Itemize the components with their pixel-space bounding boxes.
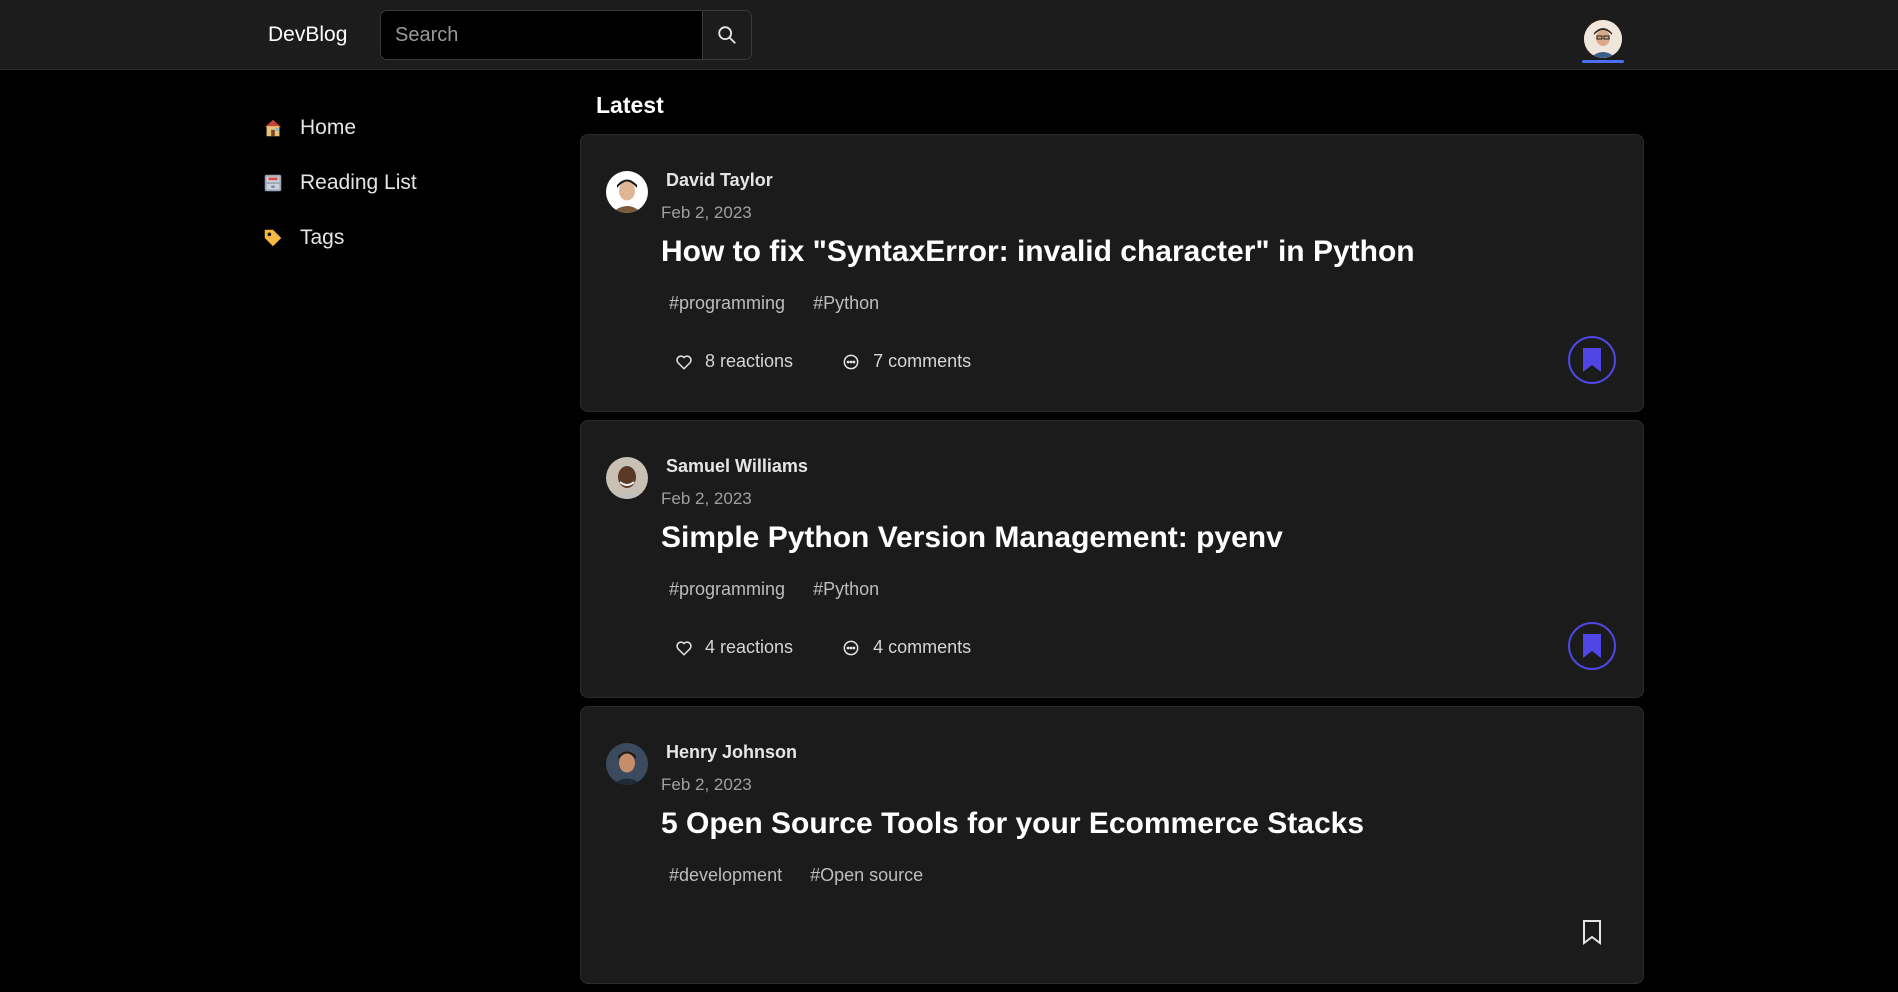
comments-count: 4 comments [873,637,972,657]
author-name[interactable]: Samuel Williams [666,456,808,477]
bookmark-icon [1583,634,1601,658]
comment-icon [843,354,859,369]
post-title[interactable]: How to fix "SyntaxError: invalid charact… [661,235,1415,269]
post-feed: David Taylor Feb 2, 2023 How to fix "Syn… [580,134,1644,992]
reactions-button[interactable]: 4 reactions [675,637,793,658]
tag-link[interactable]: #Python [813,579,879,600]
profile-avatar[interactable] [1584,20,1622,58]
comments-count: 7 comments [873,351,972,371]
post-tags: #development #Open source [669,865,923,886]
heart-icon [676,354,692,370]
sidebar-item-reading-list[interactable]: Reading List [262,155,542,210]
comments-button[interactable]: 7 comments [841,351,971,372]
search-button[interactable] [702,11,751,59]
heart-icon [676,640,692,656]
post-stats: 4 reactions 4 comments [675,637,971,658]
search-bar [380,10,752,60]
post-tags: #programming #Python [669,579,879,600]
tag-link[interactable]: #programming [669,293,785,314]
bookmark-button[interactable] [1568,336,1616,384]
tag-link[interactable]: #Open source [810,865,923,886]
post-date: Feb 2, 2023 [661,489,752,508]
top-navbar: DevBlog [0,0,1898,70]
reactions-count: 8 reactions [705,351,794,371]
author-name[interactable]: David Taylor [666,170,773,191]
tag-link[interactable]: #programming [669,579,785,600]
reactions-button[interactable]: 8 reactions [675,351,793,372]
profile-active-indicator [1582,60,1624,63]
post-card[interactable]: Henry Johnson Feb 2, 2023 5 Open Source … [580,706,1644,984]
post-card[interactable]: David Taylor Feb 2, 2023 How to fix "Syn… [580,134,1644,412]
author-name[interactable]: Henry Johnson [666,742,797,763]
sidebar-item-tags[interactable]: Tags [262,210,542,265]
post-card[interactable]: Samuel Williams Feb 2, 2023 Simple Pytho… [580,420,1644,698]
author-avatar[interactable] [606,743,648,785]
post-date: Feb 2, 2023 [661,775,752,794]
author-avatar[interactable] [606,171,648,213]
author-avatar[interactable] [606,457,648,499]
brand-logo[interactable]: DevBlog [268,23,347,47]
tag-link[interactable]: #development [669,865,782,886]
sidebar-item-home[interactable]: Home [262,100,542,155]
search-input[interactable] [381,11,704,59]
tag-icon [262,223,300,253]
bookmark-button[interactable] [1568,622,1616,670]
post-stats: 8 reactions 7 comments [675,351,971,372]
sidebar-item-label: Tags [300,225,345,249]
reactions-count: 4 reactions [705,637,794,657]
tag-link[interactable]: #Python [813,293,879,314]
house-icon [262,113,300,143]
bookmark-icon [1583,348,1601,372]
feed-heading: Latest [596,92,664,118]
sidebar-item-label: Home [300,115,357,139]
comment-icon [843,640,859,655]
comments-button[interactable]: 4 comments [841,637,971,658]
search-icon [718,26,736,44]
sidebar-item-label: Reading List [300,170,417,194]
post-title[interactable]: Simple Python Version Management: pyenv [661,521,1283,555]
file-cabinet-icon [262,168,300,198]
sidebar-nav: Home Reading List Tags [262,100,542,265]
post-date: Feb 2, 2023 [661,203,752,222]
bookmark-button[interactable] [1568,908,1616,956]
post-tags: #programming #Python [669,293,879,314]
post-title[interactable]: 5 Open Source Tools for your Ecommerce S… [661,807,1364,841]
